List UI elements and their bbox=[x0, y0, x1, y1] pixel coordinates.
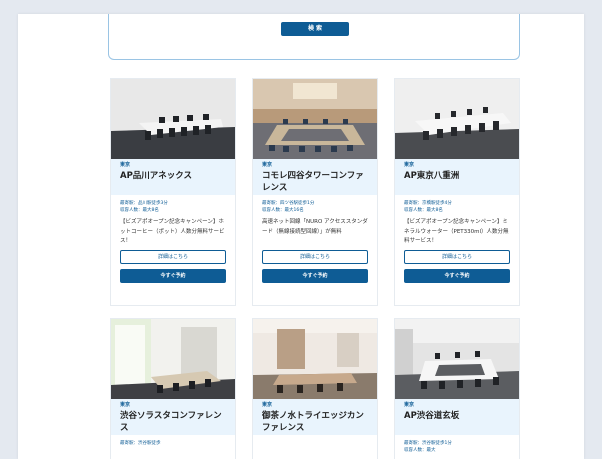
venue-card-header: 東京 コモレ四谷タワーコンファレンス bbox=[253, 159, 377, 195]
venue-access: 最寄駅：四ツ谷駅徒歩1分 bbox=[262, 201, 315, 206]
venue-card-header: 東京 御茶ノ水トライエッジカンファレンス bbox=[253, 399, 377, 435]
venue-description: 【ビズアポオープン記念キャンペーン】ホットコーヒー（ポット）人数分無料サービス！ bbox=[120, 219, 225, 244]
venue-card: 東京 渋谷ソラスタコンファレンス 最寄駅：渋谷駅徒歩 bbox=[110, 318, 236, 459]
venue-photo[interactable] bbox=[111, 319, 235, 399]
venue-capacity: 収容人数：最大8名 bbox=[120, 208, 159, 213]
search-button[interactable]: 検 索 bbox=[281, 22, 349, 36]
search-panel: 検 索 bbox=[108, 14, 520, 60]
reserve-button[interactable]: 今すぐ予約 bbox=[262, 269, 368, 283]
detail-button[interactable]: 詳細はこちら bbox=[262, 250, 368, 264]
venue-photo[interactable] bbox=[395, 319, 519, 399]
venue-area: 東京 bbox=[404, 402, 415, 408]
venue-name[interactable]: AP渋谷道玄坂 bbox=[404, 410, 510, 422]
venue-access: 最寄駅：京橋駅徒歩4分 bbox=[404, 201, 452, 206]
venue-name[interactable]: AP東京八重洲 bbox=[404, 170, 510, 182]
venue-info: 最寄駅：四ツ谷駅徒歩1分 収容人数：最大16名 高速ネット回線「NURO アクセ… bbox=[253, 195, 377, 246]
venue-photo[interactable] bbox=[253, 319, 377, 399]
detail-button[interactable]: 詳細はこちら bbox=[404, 250, 510, 264]
venue-access: 最寄駅：渋谷駅徒歩1分 bbox=[404, 441, 452, 446]
venue-photo[interactable] bbox=[395, 79, 519, 159]
venue-area: 東京 bbox=[262, 162, 273, 168]
venue-info: 最寄駅：品川駅徒歩3分 収容人数：最大8名 【ビズアポオープン記念キャンペーン】… bbox=[111, 195, 235, 246]
venue-card: 東京 AP渋谷道玄坂 最寄駅：渋谷駅徒歩1分 収容人数：最大 bbox=[394, 318, 520, 459]
venue-card: 東京 御茶ノ水トライエッジカンファレンス bbox=[252, 318, 378, 459]
venue-area: 東京 bbox=[120, 162, 131, 168]
venue-info: 最寄駅：京橋駅徒歩4分 収容人数：最大8名 【ビズアポオープン記念キャンペーン】… bbox=[395, 195, 519, 246]
venue-card-header: 東京 渋谷ソラスタコンファレンス bbox=[111, 399, 235, 435]
page-container: 検 索 東京 AP品川アネックス 最寄駅：品川駅徒歩3分 収容人数：最大8名 【… bbox=[18, 14, 584, 459]
venue-access: 最寄駅：渋谷駅徒歩 bbox=[120, 441, 161, 446]
venue-area: 東京 bbox=[404, 162, 415, 168]
venue-card: 東京 コモレ四谷タワーコンファレンス 最寄駅：四ツ谷駅徒歩1分 収容人数：最大1… bbox=[252, 78, 378, 306]
venue-area: 東京 bbox=[262, 402, 273, 408]
venue-info: 最寄駅：渋谷駅徒歩 bbox=[111, 435, 235, 447]
venue-card: 東京 AP品川アネックス 最寄駅：品川駅徒歩3分 収容人数：最大8名 【ビズアポ… bbox=[110, 78, 236, 306]
reserve-button[interactable]: 今すぐ予約 bbox=[120, 269, 226, 283]
venue-card: 東京 AP東京八重洲 最寄駅：京橋駅徒歩4分 収容人数：最大8名 【ビズアポオー… bbox=[394, 78, 520, 306]
venue-capacity: 収容人数：最大 bbox=[404, 448, 436, 453]
venue-access: 最寄駅：品川駅徒歩3分 bbox=[120, 201, 168, 206]
venue-photo[interactable] bbox=[111, 79, 235, 159]
venue-info: 最寄駅：渋谷駅徒歩1分 収容人数：最大 bbox=[395, 435, 519, 454]
venue-name[interactable]: 御茶ノ水トライエッジカンファレンス bbox=[262, 410, 368, 434]
venue-name[interactable]: コモレ四谷タワーコンファレンス bbox=[262, 170, 368, 194]
venue-photo[interactable] bbox=[253, 79, 377, 159]
venue-capacity: 収容人数：最大8名 bbox=[404, 208, 443, 213]
venue-description: 高速ネット回線「NURO アクセススタンダード（無線接続型回線）」が無料 bbox=[262, 219, 368, 235]
reserve-button[interactable]: 今すぐ予約 bbox=[404, 269, 510, 283]
venue-card-header: 東京 AP東京八重洲 bbox=[395, 159, 519, 195]
venue-name[interactable]: 渋谷ソラスタコンファレンス bbox=[120, 410, 226, 434]
venue-card-header: 東京 AP渋谷道玄坂 bbox=[395, 399, 519, 435]
venue-area: 東京 bbox=[120, 402, 131, 408]
venue-capacity: 収容人数：最大16名 bbox=[262, 208, 304, 213]
venue-card-header: 東京 AP品川アネックス bbox=[111, 159, 235, 195]
venue-description: 【ビズアポオープン記念キャンペーン】ミネラルウォーター（PET330ml）人数分… bbox=[404, 219, 509, 244]
detail-button[interactable]: 詳細はこちら bbox=[120, 250, 226, 264]
venue-name[interactable]: AP品川アネックス bbox=[120, 170, 226, 182]
